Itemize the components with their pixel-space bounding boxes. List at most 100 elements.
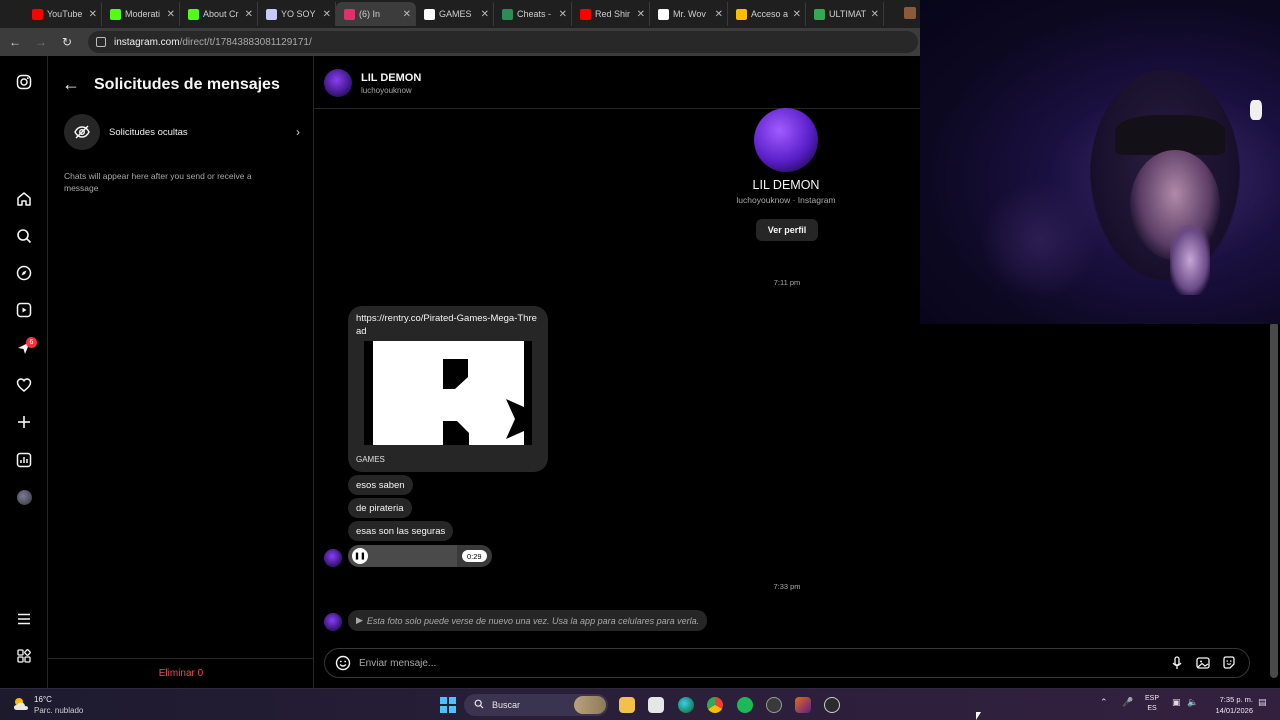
profile-card-name: LIL DEMON	[752, 178, 820, 192]
browser-tab[interactable]: Mr. Wov ✕	[650, 2, 728, 26]
notification-badge: 6	[26, 337, 37, 348]
back-arrow-icon[interactable]: ←	[4, 35, 26, 49]
message-bubble[interactable]: de pirateria	[348, 498, 412, 518]
voice-duration: 0:29	[462, 550, 487, 562]
notifications-icon[interactable]: ▤	[1258, 697, 1267, 708]
message-bubble[interactable]: esos saben	[348, 475, 413, 495]
tab-close-icon[interactable]: ✕	[89, 9, 97, 20]
tab-close-icon[interactable]: ✕	[715, 9, 723, 20]
create-plus-icon[interactable]	[16, 414, 32, 430]
explore-compass-icon[interactable]	[16, 265, 32, 281]
meta-apps-icon[interactable]	[16, 648, 32, 664]
browser-tab[interactable]: YouTube ✕	[24, 2, 102, 26]
language-indicator[interactable]: ESP ES	[1144, 694, 1160, 714]
view-once-photo-message[interactable]: ▶ Esta foto solo puede verse de nuevo un…	[348, 610, 708, 631]
browser-tab[interactable]: Moderati ✕	[102, 2, 180, 26]
address-bar[interactable]: instagram.com/direct/t/17843883081129171…	[88, 31, 918, 53]
network-icon[interactable]: ▣	[1172, 697, 1181, 708]
browser-tab[interactable]: ULTIMAT ✕	[806, 2, 884, 26]
profile-avatar[interactable]	[17, 490, 32, 505]
forward-arrow-icon[interactable]: →	[30, 35, 52, 49]
message-composer	[324, 648, 1250, 678]
back-arrow-icon[interactable]: ←	[62, 74, 80, 95]
tab-favicon-icon	[502, 8, 513, 20]
tab-close-icon[interactable]: ✕	[323, 9, 331, 20]
contact-avatar[interactable]	[324, 69, 352, 97]
tray-microphone-icon[interactable]: 🎤	[1122, 697, 1133, 708]
weather-description[interactable]: Parc. nublado	[34, 706, 83, 715]
windows-start-icon[interactable]	[440, 697, 456, 713]
tab-title: Moderati	[125, 9, 161, 19]
app-icon[interactable]	[795, 697, 811, 713]
link-url[interactable]: https://rentry.co/Pirated-Games-Mega-Thr…	[356, 312, 542, 338]
partly-cloudy-icon[interactable]	[12, 695, 30, 713]
voice-message[interactable]: ❚❚ 0:29	[348, 545, 492, 567]
tab-favicon-icon	[424, 8, 435, 20]
chrome-browser-icon[interactable]	[707, 697, 723, 713]
browser-tab[interactable]: GAMES ✕	[416, 2, 494, 26]
edge-browser-icon[interactable]	[678, 697, 694, 713]
view-once-text: Esta foto solo puede verse de nuevo una …	[366, 615, 700, 626]
chat-scrollbar[interactable]	[1270, 322, 1278, 678]
tab-close-icon[interactable]: ✕	[793, 9, 801, 20]
rentry-logo-icon	[373, 341, 524, 445]
taskbar-search-box[interactable]: Buscar	[464, 694, 608, 716]
search-icon[interactable]	[16, 228, 32, 244]
contact-name[interactable]: LIL DEMON	[361, 72, 421, 84]
notifications-heart-icon[interactable]	[16, 377, 32, 393]
tab-close-icon[interactable]: ✕	[167, 9, 175, 20]
message-bubble[interactable]: esas son las seguras	[348, 521, 454, 541]
instagram-logo-icon[interactable]	[16, 74, 32, 90]
microphone-icon[interactable]	[1169, 655, 1185, 671]
volume-icon[interactable]: 🔈	[1187, 697, 1198, 708]
message-input[interactable]	[359, 657, 1169, 669]
weather-temperature[interactable]: 16°C	[34, 695, 52, 704]
browser-tab[interactable]: Acceso a ✕	[728, 2, 806, 26]
tab-favicon-icon	[188, 8, 199, 20]
dashboard-icon[interactable]	[16, 452, 32, 468]
tab-close-icon[interactable]: ✕	[403, 9, 411, 20]
pause-icon[interactable]: ❚❚	[352, 548, 368, 564]
browser-tab[interactable]: YO SOY ✕	[258, 2, 336, 26]
reload-icon[interactable]: ↻	[56, 35, 78, 49]
delete-requests-button[interactable]: Eliminar 0	[48, 658, 314, 688]
tab-close-icon[interactable]: ✕	[481, 9, 489, 20]
tray-chevron-up-icon[interactable]: ⌃	[1100, 697, 1108, 708]
tab-close-icon[interactable]: ✕	[245, 9, 253, 20]
emoji-icon[interactable]	[335, 655, 351, 671]
browser-tab[interactable]: Red Shir ✕	[572, 2, 650, 26]
browser-tab[interactable]: (6) In ✕	[336, 2, 416, 26]
empty-requests-note: Chats will appear here after you send or…	[64, 171, 252, 193]
link-preview-card[interactable]: https://rentry.co/Pirated-Games-Mega-Thr…	[348, 306, 548, 472]
search-icon	[474, 699, 484, 711]
link-caption: GAMES	[356, 455, 385, 464]
tab-close-icon[interactable]: ✕	[559, 9, 567, 20]
url-path: /direct/t/17843883081129171/	[179, 36, 312, 48]
media-player-icon[interactable]	[824, 697, 840, 713]
chevron-right-icon: ›	[296, 125, 300, 139]
tab-close-icon[interactable]: ✕	[637, 9, 645, 20]
browser-toolbar: ← → ↻ instagram.com/direct/t/17843883081…	[0, 28, 920, 56]
tab-search-thumbnail[interactable]	[904, 7, 916, 19]
tab-favicon-icon	[32, 8, 43, 20]
site-info-icon[interactable]	[96, 37, 106, 47]
sticker-icon[interactable]	[1221, 655, 1237, 671]
tab-favicon-icon	[814, 8, 825, 20]
tab-favicon-icon	[110, 8, 121, 20]
file-explorer-icon[interactable]	[619, 697, 635, 713]
browser-tab[interactable]: Cheats - ✕	[494, 2, 572, 26]
tab-close-icon[interactable]: ✕	[871, 9, 879, 20]
home-icon[interactable]	[16, 191, 32, 207]
menu-hamburger-icon[interactable]	[16, 611, 32, 627]
microsoft-store-icon[interactable]	[648, 697, 664, 713]
spotify-icon[interactable]	[737, 697, 753, 713]
image-upload-icon[interactable]	[1195, 655, 1211, 671]
hidden-requests-label: Solicitudes ocultas	[109, 126, 188, 138]
message-timestamp: 7:11 pm	[773, 278, 801, 287]
steam-icon[interactable]	[766, 697, 782, 713]
reels-icon[interactable]	[16, 302, 32, 318]
system-clock[interactable]: 7:35 p. m. 14/01/2026	[1203, 694, 1253, 716]
view-profile-button[interactable]: Ver perfil	[756, 219, 818, 241]
hidden-requests-row[interactable]: Solicitudes ocultas ›	[64, 114, 300, 150]
browser-tab[interactable]: About Cr ✕	[180, 2, 258, 26]
